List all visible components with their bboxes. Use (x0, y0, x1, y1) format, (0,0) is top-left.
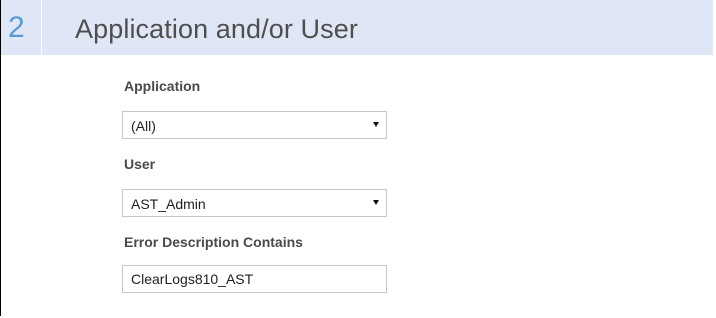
user-label: User (124, 156, 156, 172)
application-select-value: (All) (131, 118, 156, 134)
section-header: 2 Application and/or User (1, 0, 713, 55)
step-number: 2 (8, 11, 25, 44)
application-label: Application (124, 78, 201, 94)
application-select[interactable]: (All) (122, 111, 387, 139)
section-title: Application and/or User (75, 14, 358, 44)
step-divider (41, 0, 42, 55)
user-select-value: AST_Admin (131, 196, 206, 212)
error-description-label: Error Description Contains (124, 234, 303, 250)
filter-panel: 2 Application and/or User Application (A… (0, 0, 713, 316)
user-select[interactable]: AST_Admin (122, 189, 387, 217)
error-description-input[interactable] (122, 265, 387, 293)
chevron-down-icon (373, 122, 379, 127)
chevron-down-icon (373, 200, 379, 205)
